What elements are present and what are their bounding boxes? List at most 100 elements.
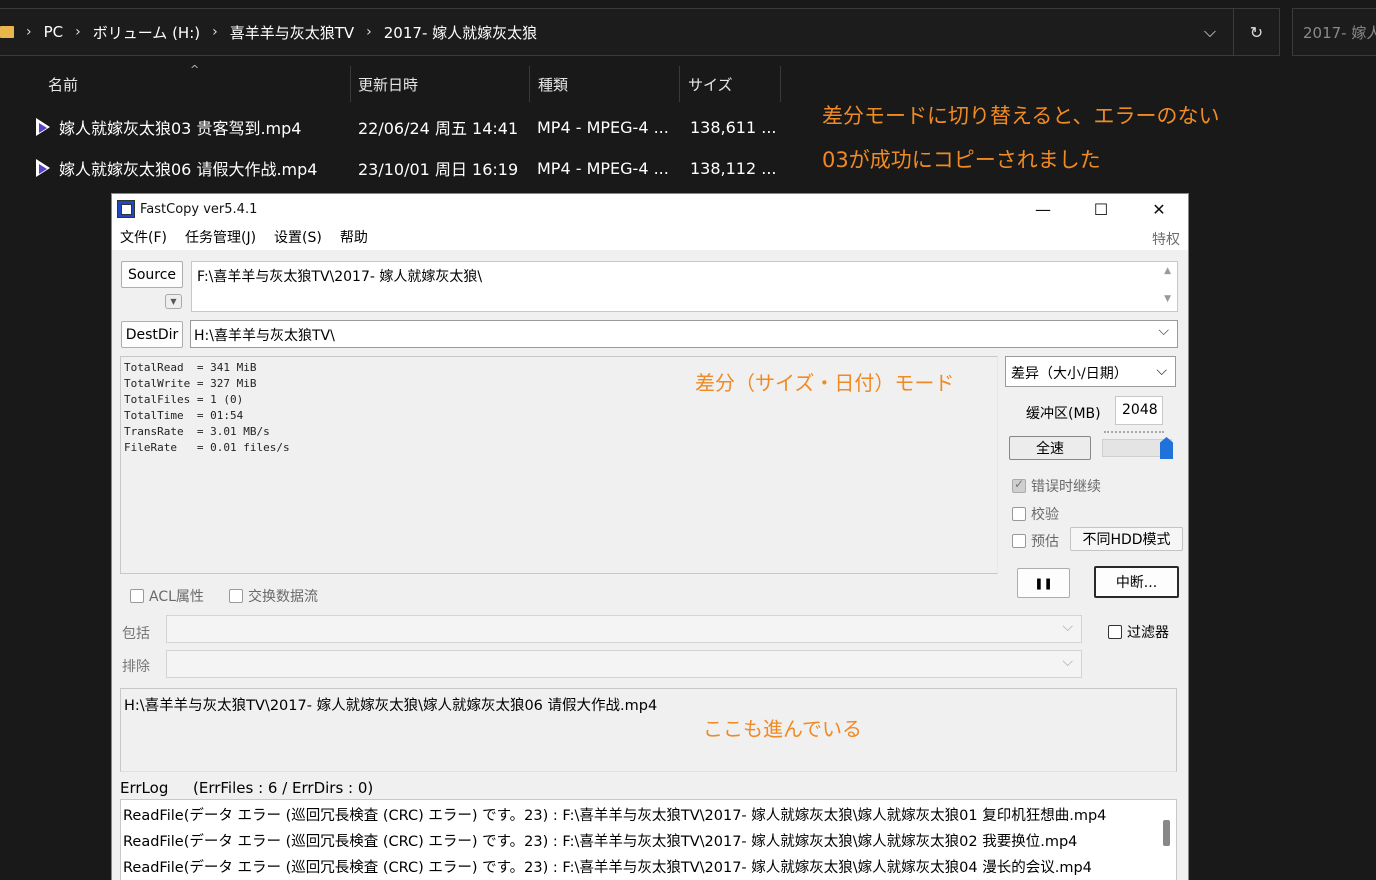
search-input[interactable]: 2017- 嫁人 xyxy=(1292,8,1376,56)
window-title: FastCopy ver5.4.1 xyxy=(140,201,258,217)
annotation-top-line1: 差分モードに切り替えると、エラーのない xyxy=(822,104,1220,128)
checkbox-icon xyxy=(1012,477,1026,493)
chevron-right-icon: › xyxy=(212,24,218,40)
scroll-down-icon[interactable]: ▼ xyxy=(1164,294,1171,304)
copy-mode-select[interactable]: 差异（大小/日期） ⌵ xyxy=(1005,356,1176,387)
column-divider[interactable] xyxy=(350,66,351,102)
verify-checkbox[interactable]: 校验 xyxy=(1012,504,1059,524)
buffer-value: 2048 xyxy=(1122,402,1158,418)
current-file-panel: H:\喜羊羊与灰太狼TV\2017- 嫁人就嫁灰太狼\嫁人就嫁灰太狼06 请假大… xyxy=(120,688,1177,772)
checkbox-icon xyxy=(1012,534,1026,548)
source-button[interactable]: Source xyxy=(121,261,183,288)
annotation-mode: 差分（サイズ・日付）モード xyxy=(695,371,955,395)
stat-total-write: TotalWrite = 327 MiB xyxy=(124,377,257,390)
fastcopy-app-icon xyxy=(117,200,135,218)
include-combo[interactable]: ⌵ xyxy=(166,615,1082,643)
history-dropdown-button[interactable]: ⌵ xyxy=(1187,9,1233,55)
stat-total-time: TotalTime = 01:54 xyxy=(124,409,244,422)
error-log-scrollbar[interactable] xyxy=(1163,820,1170,846)
diff-hdd-mode-button[interactable]: 不同HDD模式 xyxy=(1070,527,1183,551)
close-button[interactable]: ✕ xyxy=(1130,194,1188,224)
stat-total-read: TotalRead = 341 MiB xyxy=(124,361,257,374)
checkbox-icon xyxy=(130,589,144,603)
source-history-dropdown[interactable]: ▼ xyxy=(165,294,182,309)
column-divider[interactable] xyxy=(679,66,680,102)
chevron-right-icon: › xyxy=(366,24,372,40)
file-size: 138,611 ... xyxy=(690,117,777,137)
annotation-top-line2: 03が成功にコピーされました xyxy=(822,148,1101,172)
source-field[interactable]: F:\喜羊羊与灰太狼TV\2017- 嫁人就嫁灰太狼\ ▲ ▼ xyxy=(191,261,1178,312)
breadcrumb-pc[interactable]: PC xyxy=(44,23,64,41)
verify-label: 校验 xyxy=(1031,507,1059,523)
file-date: 23/10/01 周日 16:19 xyxy=(358,160,519,179)
checkbox-icon xyxy=(229,589,243,603)
file-size: 138,112 ... xyxy=(690,158,777,178)
file-row[interactable]: 嫁人就嫁灰太狼03 贵客驾到.mp4 22/06/24 周五 14:41 MP4… xyxy=(30,108,790,146)
destdir-button[interactable]: DestDir xyxy=(121,321,183,348)
buffer-label: 缓冲区(MB) xyxy=(1026,406,1101,422)
folder-icon xyxy=(0,26,14,38)
alt-stream-label: 交换数据流 xyxy=(248,589,318,605)
breadcrumb-series[interactable]: 喜羊羊与灰太狼TV xyxy=(230,22,354,43)
maximize-button[interactable]: ☐ xyxy=(1072,194,1130,224)
title-bar[interactable]: FastCopy ver5.4.1 — ☐ ✕ xyxy=(112,194,1188,224)
acl-checkbox[interactable]: ACL属性 xyxy=(130,586,204,606)
copy-mode-value: 差异（大小/日期） xyxy=(1011,366,1128,382)
fastcopy-window: FastCopy ver5.4.1 — ☐ ✕ 文件(F) 任务管理(J) 设置… xyxy=(111,193,1189,880)
refresh-icon[interactable]: ↻ xyxy=(1233,9,1279,55)
speed-slider-ticks xyxy=(1104,431,1164,435)
abort-button[interactable]: 中断... xyxy=(1094,566,1179,598)
checkbox-icon xyxy=(1108,625,1122,639)
filter-checkbox[interactable]: 过滤器 xyxy=(1108,622,1169,642)
destdir-combo[interactable]: H:\喜羊羊与灰太狼TV\ ⌵ xyxy=(190,320,1178,348)
stat-file-rate: FileRate = 0.01 files/s xyxy=(124,441,290,454)
menu-privilege[interactable]: 特权 xyxy=(1152,229,1180,249)
continue-on-error-checkbox[interactable]: 错误时继续 xyxy=(1012,476,1101,496)
menu-jobs[interactable]: 任务管理(J) xyxy=(185,227,256,247)
breadcrumb-folder[interactable]: 2017- 嫁人就嫁灰太狼 xyxy=(384,22,537,43)
address-bar[interactable]: › PC › ボリューム (H:) › 喜羊羊与灰太狼TV › 2017- 嫁人… xyxy=(0,8,1280,56)
errlog-label: ErrLog xyxy=(120,779,169,797)
error-line: ReadFile(データ エラー (巡回冗長検査 (CRC) エラー) です。2… xyxy=(123,808,1107,824)
chevron-right-icon: › xyxy=(75,24,81,40)
exclude-combo[interactable]: ⌵ xyxy=(166,650,1082,678)
menu-bar: 文件(F) 任务管理(J) 设置(S) 帮助 特权 xyxy=(112,224,1188,250)
sort-caret-icon: ^ xyxy=(190,63,200,76)
errlog-counts: (ErrFiles : 6 / ErrDirs : 0) xyxy=(193,779,374,797)
scroll-up-icon[interactable]: ▲ xyxy=(1164,266,1171,276)
column-header-size[interactable]: サイズ xyxy=(688,66,733,102)
column-header-date[interactable]: 更新日時 xyxy=(358,66,418,102)
minimize-button[interactable]: — xyxy=(1014,194,1072,224)
destdir-path: H:\喜羊羊与灰太狼TV\ xyxy=(194,328,335,344)
buffer-input[interactable]: 2048 xyxy=(1115,396,1163,425)
error-line: ReadFile(データ エラー (巡回冗長検査 (CRC) エラー) です。2… xyxy=(123,860,1092,876)
pause-icon: ❚❚ xyxy=(1034,576,1053,590)
alt-stream-checkbox[interactable]: 交换数据流 xyxy=(229,586,318,606)
chevron-down-icon[interactable]: ⌵ xyxy=(1156,363,1167,379)
chevron-down-icon[interactable]: ⌵ xyxy=(1062,654,1073,670)
column-header-name[interactable]: 名前 xyxy=(48,66,78,102)
column-divider[interactable] xyxy=(529,66,530,102)
estimate-checkbox[interactable]: 预估 xyxy=(1012,531,1059,551)
chevron-down-icon[interactable]: ⌵ xyxy=(1158,323,1169,339)
exclude-label: 排除 xyxy=(122,659,150,675)
file-row[interactable]: 嫁人就嫁灰太狼06 请假大作战.mp4 23/10/01 周日 16:19 MP… xyxy=(30,149,790,187)
stats-panel: TotalRead = 341 MiB TotalWrite = 327 MiB… xyxy=(120,356,998,574)
stat-trans-rate: TransRate = 3.01 MB/s xyxy=(124,425,270,438)
column-divider[interactable] xyxy=(780,66,781,102)
menu-settings[interactable]: 设置(S) xyxy=(274,227,322,247)
video-file-icon xyxy=(34,117,52,137)
pause-button[interactable]: ❚❚ xyxy=(1017,568,1070,598)
acl-label: ACL属性 xyxy=(149,589,204,605)
chevron-right-icon: › xyxy=(26,24,32,40)
menu-help[interactable]: 帮助 xyxy=(340,227,368,247)
error-log[interactable]: ReadFile(データ エラー (巡回冗長検査 (CRC) エラー) です。2… xyxy=(120,799,1177,880)
menu-file[interactable]: 文件(F) xyxy=(120,227,167,247)
file-name: 嫁人就嫁灰太狼06 请假大作战.mp4 xyxy=(59,160,318,179)
full-speed-button[interactable]: 全速 xyxy=(1009,436,1091,460)
breadcrumb-volume[interactable]: ボリューム (H:) xyxy=(93,22,200,43)
include-label: 包括 xyxy=(122,626,150,642)
file-type: MP4 - MPEG-4 ... xyxy=(537,117,669,137)
column-header-type[interactable]: 種類 xyxy=(538,66,568,102)
chevron-down-icon[interactable]: ⌵ xyxy=(1062,619,1073,635)
